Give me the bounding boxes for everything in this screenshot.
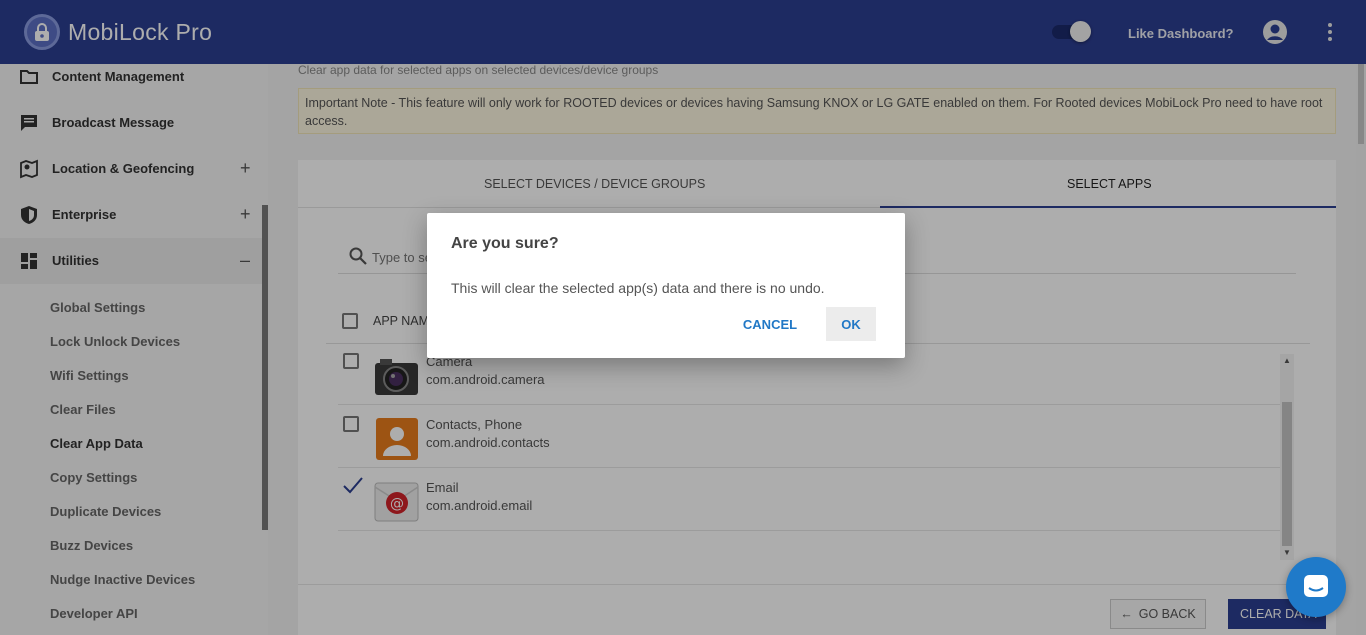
chat-support-button[interactable] [1286,557,1346,617]
cancel-button[interactable]: CANCEL [731,307,809,341]
ok-button[interactable]: OK [826,307,876,341]
dialog-title: Are you sure? [451,235,559,252]
chat-icon [1304,575,1328,597]
dialog-message: This will clear the selected app(s) data… [451,280,825,296]
confirm-dialog: Are you sure? This will clear the select… [427,213,905,358]
